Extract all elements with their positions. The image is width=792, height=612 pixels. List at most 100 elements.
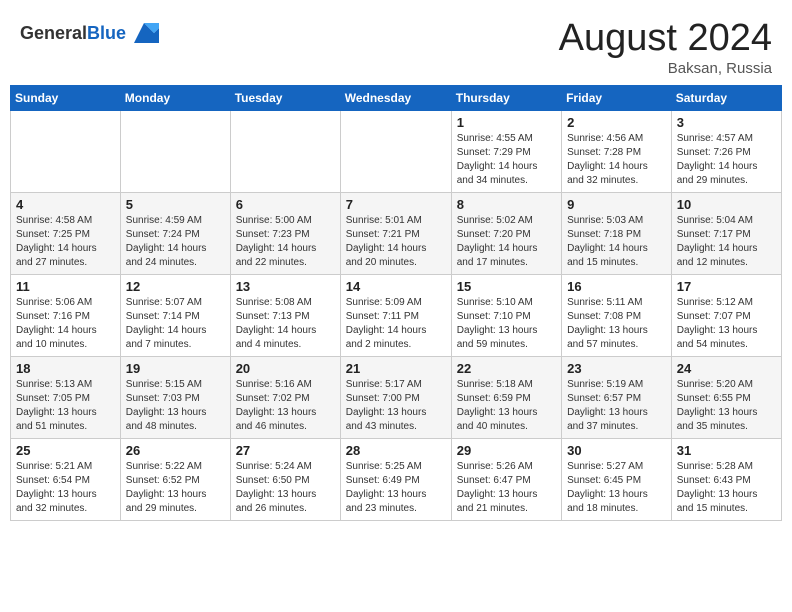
day-number: 13: [236, 279, 335, 294]
day-number: 7: [346, 197, 446, 212]
day-info: Sunrise: 5:01 AMSunset: 7:21 PMDaylight:…: [346, 214, 446, 270]
logo-general: General: [20, 23, 87, 43]
day-cell: 26 Sunrise: 5:22 AMSunset: 6:52 PMDayligh…: [120, 438, 230, 520]
day-cell: 3 Sunrise: 4:57 AMSunset: 7:26 PMDaylight…: [671, 110, 781, 192]
day-info: Sunrise: 5:00 AMSunset: 7:23 PMDaylight:…: [236, 214, 335, 270]
weekday-header-saturday: Saturday: [671, 85, 781, 110]
day-cell: 8Sunrise: 5:02 AMSunset: 7:20 PMDaylight…: [451, 192, 561, 274]
day-cell: 28 Sunrise: 5:25 AMSunset: 6:49 PMDayligh…: [340, 438, 451, 520]
day-number: 12: [126, 279, 225, 294]
day-number: 19: [126, 361, 225, 376]
day-number: 24: [677, 361, 776, 376]
logo-icon: [129, 18, 159, 48]
day-cell: 2 Sunrise: 4:56 AMSunset: 7:28 PMDaylight…: [562, 110, 672, 192]
day-info: Sunrise: 4:56 AMSunset: 7:28 PMDaylight:…: [567, 132, 666, 188]
day-cell: 13 Sunrise: 5:08 AMSunset: 7:13 PMDayligh…: [230, 274, 340, 356]
day-info: Sunrise: 4:57 AMSunset: 7:26 PMDaylight:…: [677, 132, 776, 188]
weekday-header-wednesday: Wednesday: [340, 85, 451, 110]
weekday-header-thursday: Thursday: [451, 85, 561, 110]
day-cell: 30 Sunrise: 5:27 AMSunset: 6:45 PMDayligh…: [562, 438, 672, 520]
day-cell: 31 Sunrise: 5:28 AMSunset: 6:43 PMDayligh…: [671, 438, 781, 520]
week-row-1: 1Sunrise: 4:55 AMSunset: 7:29 PMDaylight…: [11, 110, 782, 192]
day-cell: 9 Sunrise: 5:03 AMSunset: 7:18 PMDaylight…: [562, 192, 672, 274]
day-info: Sunrise: 5:16 AMSunset: 7:02 PMDaylight:…: [236, 378, 335, 434]
day-number: 25: [16, 443, 115, 458]
day-cell: 17 Sunrise: 5:12 AMSunset: 7:07 PMDayligh…: [671, 274, 781, 356]
day-cell: 12 Sunrise: 5:07 AMSunset: 7:14 PMDayligh…: [120, 274, 230, 356]
day-info: Sunrise: 5:27 AMSunset: 6:45 PMDaylight:…: [567, 460, 666, 516]
day-info: Sunrise: 5:02 AMSunset: 7:20 PMDaylight:…: [457, 214, 556, 270]
day-cell: [230, 110, 340, 192]
week-row-4: 18 Sunrise: 5:13 AMSunset: 7:05 PMDayligh…: [11, 356, 782, 438]
title-block: August 2024 Baksan, Russia: [559, 18, 772, 77]
day-info: Sunrise: 4:59 AMSunset: 7:24 PMDaylight:…: [126, 214, 225, 270]
day-number: 27: [236, 443, 335, 458]
location: Baksan, Russia: [559, 60, 772, 77]
day-cell: 25 Sunrise: 5:21 AMSunset: 6:54 PMDayligh…: [11, 438, 121, 520]
week-row-5: 25 Sunrise: 5:21 AMSunset: 6:54 PMDayligh…: [11, 438, 782, 520]
day-cell: 10 Sunrise: 5:04 AMSunset: 7:17 PMDayligh…: [671, 192, 781, 274]
day-cell: 11 Sunrise: 5:06 AMSunset: 7:16 PMDayligh…: [11, 274, 121, 356]
day-info: Sunrise: 5:20 AMSunset: 6:55 PMDaylight:…: [677, 378, 776, 434]
day-number: 21: [346, 361, 446, 376]
day-info: Sunrise: 5:19 AMSunset: 6:57 PMDaylight:…: [567, 378, 666, 434]
day-number: 14: [346, 279, 446, 294]
day-number: 6: [236, 197, 335, 212]
day-info: Sunrise: 5:21 AMSunset: 6:54 PMDaylight:…: [16, 460, 115, 516]
day-cell: 6 Sunrise: 5:00 AMSunset: 7:23 PMDaylight…: [230, 192, 340, 274]
day-info: Sunrise: 5:08 AMSunset: 7:13 PMDaylight:…: [236, 296, 335, 352]
day-cell: 16Sunrise: 5:11 AMSunset: 7:08 PMDayligh…: [562, 274, 672, 356]
day-cell: 7 Sunrise: 5:01 AMSunset: 7:21 PMDaylight…: [340, 192, 451, 274]
day-number: 15: [457, 279, 556, 294]
day-info: Sunrise: 5:26 AMSunset: 6:47 PMDaylight:…: [457, 460, 556, 516]
week-row-2: 4Sunrise: 4:58 AMSunset: 7:25 PMDaylight…: [11, 192, 782, 274]
logo: GeneralBlue: [20, 18, 159, 48]
day-number: 2: [567, 115, 666, 130]
day-info: Sunrise: 5:11 AMSunset: 7:08 PMDaylight:…: [567, 296, 666, 352]
day-info: Sunrise: 5:04 AMSunset: 7:17 PMDaylight:…: [677, 214, 776, 270]
day-number: 18: [16, 361, 115, 376]
day-info: Sunrise: 5:03 AMSunset: 7:18 PMDaylight:…: [567, 214, 666, 270]
day-cell: 5 Sunrise: 4:59 AMSunset: 7:24 PMDaylight…: [120, 192, 230, 274]
day-cell: 21Sunrise: 5:17 AMSunset: 7:00 PMDayligh…: [340, 356, 451, 438]
header: GeneralBlue August 2024 Baksan, Russia: [10, 10, 782, 77]
day-cell: 27Sunrise: 5:24 AMSunset: 6:50 PMDayligh…: [230, 438, 340, 520]
day-cell: 18 Sunrise: 5:13 AMSunset: 7:05 PMDayligh…: [11, 356, 121, 438]
day-number: 29: [457, 443, 556, 458]
day-number: 23: [567, 361, 666, 376]
day-info: Sunrise: 5:18 AMSunset: 6:59 PMDaylight:…: [457, 378, 556, 434]
day-cell: [11, 110, 121, 192]
weekday-header-row: SundayMondayTuesdayWednesdayThursdayFrid…: [11, 85, 782, 110]
day-number: 26: [126, 443, 225, 458]
day-cell: 1Sunrise: 4:55 AMSunset: 7:29 PMDaylight…: [451, 110, 561, 192]
day-info: Sunrise: 5:15 AMSunset: 7:03 PMDaylight:…: [126, 378, 225, 434]
day-number: 17: [677, 279, 776, 294]
day-cell: [340, 110, 451, 192]
day-info: Sunrise: 4:58 AMSunset: 7:25 PMDaylight:…: [16, 214, 115, 270]
weekday-header-friday: Friday: [562, 85, 672, 110]
day-number: 11: [16, 279, 115, 294]
day-info: Sunrise: 5:07 AMSunset: 7:14 PMDaylight:…: [126, 296, 225, 352]
day-cell: 19 Sunrise: 5:15 AMSunset: 7:03 PMDayligh…: [120, 356, 230, 438]
day-info: Sunrise: 5:22 AMSunset: 6:52 PMDaylight:…: [126, 460, 225, 516]
day-number: 30: [567, 443, 666, 458]
day-info: Sunrise: 5:09 AMSunset: 7:11 PMDaylight:…: [346, 296, 446, 352]
day-info: Sunrise: 5:06 AMSunset: 7:16 PMDaylight:…: [16, 296, 115, 352]
day-number: 9: [567, 197, 666, 212]
weekday-header-sunday: Sunday: [11, 85, 121, 110]
day-cell: 20 Sunrise: 5:16 AMSunset: 7:02 PMDayligh…: [230, 356, 340, 438]
month-title: August 2024: [559, 18, 772, 60]
day-info: Sunrise: 5:12 AMSunset: 7:07 PMDaylight:…: [677, 296, 776, 352]
day-number: 10: [677, 197, 776, 212]
day-info: Sunrise: 5:28 AMSunset: 6:43 PMDaylight:…: [677, 460, 776, 516]
day-number: 28: [346, 443, 446, 458]
weekday-header-tuesday: Tuesday: [230, 85, 340, 110]
day-info: Sunrise: 5:13 AMSunset: 7:05 PMDaylight:…: [16, 378, 115, 434]
day-number: 5: [126, 197, 225, 212]
day-number: 20: [236, 361, 335, 376]
day-info: Sunrise: 5:25 AMSunset: 6:49 PMDaylight:…: [346, 460, 446, 516]
logo-blue: Blue: [87, 23, 126, 43]
day-number: 31: [677, 443, 776, 458]
day-cell: [120, 110, 230, 192]
day-number: 3: [677, 115, 776, 130]
